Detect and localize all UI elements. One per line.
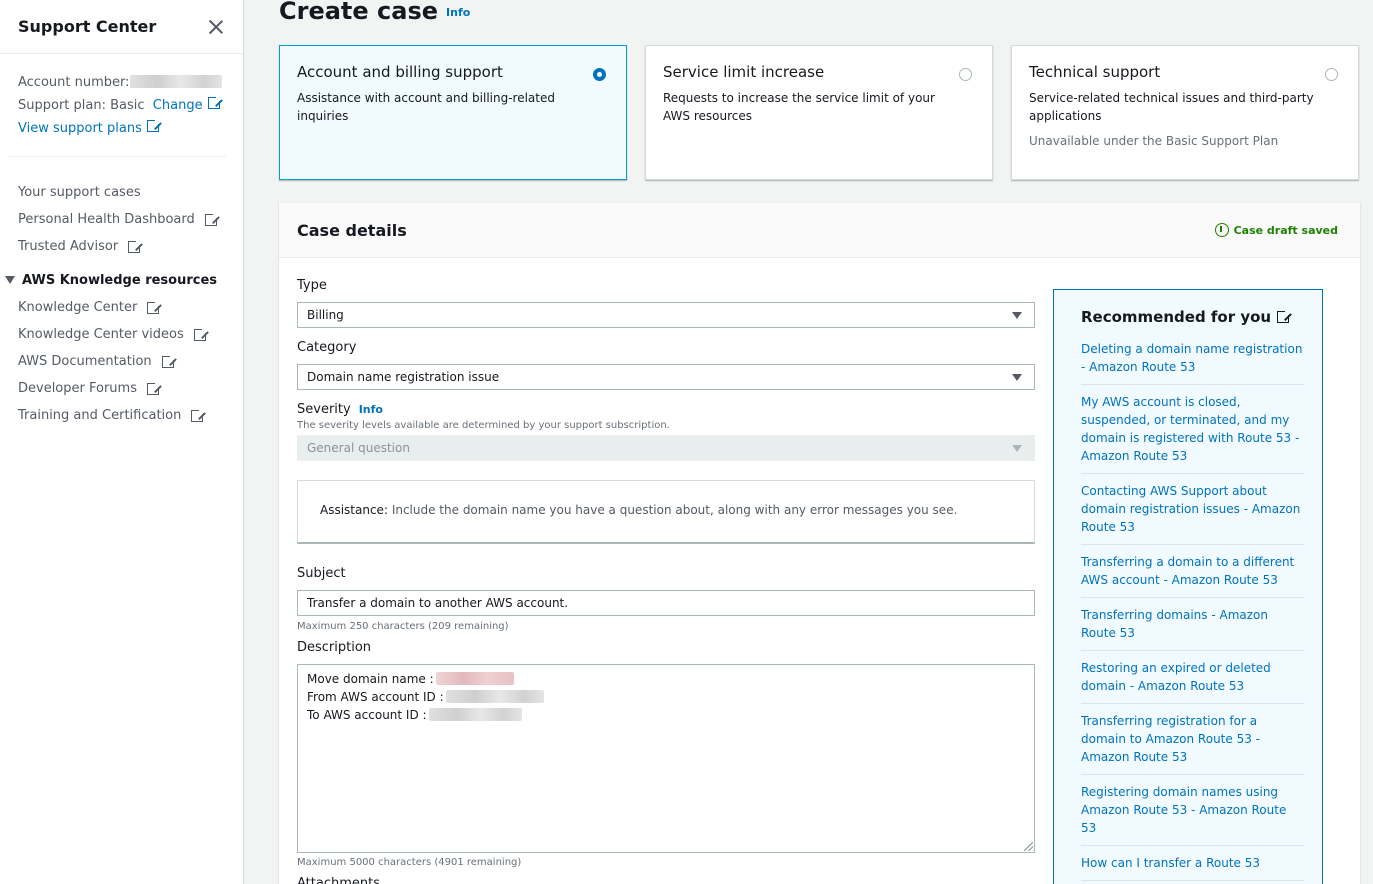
tile-technical-support[interactable]: Technical support Service-related techni… [1011, 45, 1359, 180]
draft-status: Case draft saved [1214, 223, 1338, 237]
nav-training-certification[interactable]: Training and Certification [18, 402, 243, 429]
description-label: Description [297, 640, 372, 655]
tile-description: Service-related technical issues and thi… [1029, 91, 1314, 123]
assistance-alert: Assistance: Include the domain name you … [297, 480, 1035, 544]
attachments-label: Attachments [297, 876, 380, 884]
change-plan-link[interactable]: Change [153, 95, 222, 113]
view-support-plans-link[interactable]: View support plans [18, 118, 161, 136]
redacted-value [428, 708, 522, 721]
recommended-link[interactable]: Restoring an expired or deleted domain -… [1081, 651, 1304, 704]
tile-account-billing[interactable]: Account and billing support Assistance w… [279, 45, 627, 180]
category-label: Category [297, 340, 357, 355]
nav-aws-documentation[interactable]: AWS Documentation [18, 348, 243, 375]
caret-down-icon [1012, 444, 1022, 452]
info-link[interactable]: Info [446, 6, 470, 19]
severity-select: General question [297, 435, 1035, 461]
info-circle-icon [1214, 223, 1229, 237]
nav-knowledge-center-videos[interactable]: Knowledge Center videos [18, 321, 243, 348]
panel-header: Case details Case draft saved [279, 203, 1360, 258]
caret-down-icon [1012, 311, 1022, 319]
description-textarea[interactable]: Move domain name : From AWS account ID :… [297, 664, 1035, 853]
case-details-panel: Case details Case draft saved Type Billi… [279, 202, 1360, 884]
sidebar: Support Center Account number: Support p… [0, 0, 244, 884]
subject-label: Subject [297, 566, 346, 581]
recommended-link[interactable]: My AWS account is closed, suspended, or … [1081, 385, 1304, 474]
external-link-icon [204, 211, 219, 226]
recommended-title: Recommended for you [1081, 308, 1304, 326]
nav-your-support-cases[interactable]: Your support cases [18, 179, 243, 206]
recommended-link[interactable]: Registering domain names using Amazon Ro… [1081, 775, 1304, 846]
recommended-link[interactable]: Transferring registration for a domain t… [1081, 704, 1304, 775]
nav-developer-forums[interactable]: Developer Forums [18, 375, 243, 402]
external-link-icon [193, 326, 208, 341]
tile-description: Requests to increase the service limit o… [663, 91, 935, 123]
nav-personal-health-dashboard[interactable]: Personal Health Dashboard [18, 206, 243, 233]
nav-trusted-advisor[interactable]: Trusted Advisor [18, 233, 243, 260]
external-link-icon [147, 299, 162, 314]
recommended-link[interactable]: Transferring domains - Amazon Route 53 [1081, 598, 1304, 651]
caret-down-icon [5, 276, 15, 284]
close-icon[interactable] [209, 20, 223, 34]
severity-info-link[interactable]: Info [359, 403, 383, 416]
tile-title: Account and billing support [297, 63, 503, 81]
tile-note: Unavailable under the Basic Support Plan [1029, 134, 1279, 148]
radio-unselected[interactable] [1325, 68, 1338, 81]
external-link-icon [146, 118, 161, 132]
case-type-tiles: Account and billing support Assistance w… [279, 45, 1359, 180]
type-select[interactable]: Billing [297, 302, 1035, 328]
knowledge-resources-toggle[interactable]: AWS Knowledge resources [2, 266, 243, 294]
external-link-icon [1277, 309, 1292, 323]
account-number-redacted [129, 75, 222, 88]
external-link-icon [128, 238, 143, 253]
radio-unselected[interactable] [959, 68, 972, 81]
recommended-link[interactable]: Transferring a domain to a different AWS… [1081, 545, 1304, 598]
description-hint: Maximum 5000 characters (4901 remaining) [297, 857, 522, 868]
account-number-label: Account number: [18, 75, 130, 90]
external-link-icon [191, 407, 206, 422]
severity-label: Severity Info [297, 402, 383, 417]
account-info: Account number: Support plan: Basic Chan… [0, 54, 243, 140]
external-link-icon [207, 95, 222, 109]
tile-title: Service limit increase [663, 63, 825, 81]
severity-hint: The severity levels available are determ… [297, 420, 670, 431]
tile-description: Assistance with account and billing-rela… [297, 91, 555, 123]
subject-input[interactable]: Transfer a domain to another AWS account… [297, 590, 1035, 616]
caret-down-icon [1012, 373, 1022, 381]
nav-knowledge-center[interactable]: Knowledge Center [18, 294, 243, 321]
panel-title: Case details [297, 220, 407, 240]
recommended-link[interactable]: How can I transfer a Route 53 [1081, 846, 1304, 881]
recommended-link[interactable]: Contacting AWS Support about domain regi… [1081, 474, 1304, 545]
external-link-icon [146, 380, 161, 395]
page-title: Create case Info [279, 0, 471, 25]
type-label: Type [297, 278, 327, 293]
sidebar-title: Support Center [18, 17, 157, 36]
recommended-panel: Recommended for you Deleting a domain na… [1053, 289, 1323, 884]
recommended-link[interactable]: Deleting a domain name registration - Am… [1081, 340, 1304, 385]
tile-title: Technical support [1029, 63, 1161, 81]
resize-handle[interactable] [1024, 842, 1033, 851]
radio-selected[interactable] [593, 68, 606, 81]
redacted-value [435, 672, 514, 685]
external-link-icon [161, 353, 176, 368]
tile-service-limit[interactable]: Service limit increase Requests to incre… [645, 45, 993, 180]
category-select[interactable]: Domain name registration issue [297, 364, 1035, 390]
sidebar-nav: Your support cases Personal Health Dashb… [0, 157, 243, 429]
support-plan-label: Support plan: Basic [18, 98, 145, 113]
subject-hint: Maximum 250 characters (209 remaining) [297, 621, 509, 632]
redacted-value [445, 690, 544, 703]
case-form: Type Billing Category Domain name regist… [297, 278, 1035, 884]
sidebar-header: Support Center [0, 0, 243, 54]
